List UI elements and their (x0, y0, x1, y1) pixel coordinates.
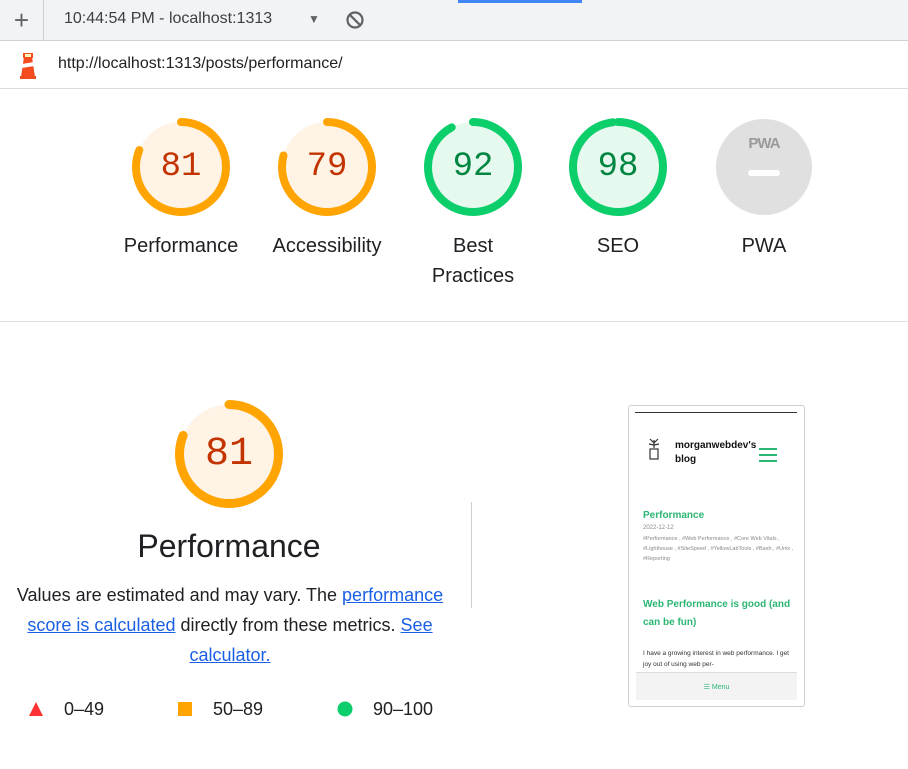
post-title: Performance (643, 510, 705, 521)
final-screenshot[interactable]: morganwebdev's blog Performance 2022-12-… (628, 405, 805, 707)
triangle-icon (29, 702, 43, 716)
plant-logo-icon (648, 438, 660, 460)
hamburger-menu-icon (759, 448, 777, 462)
clear-icon[interactable] (345, 10, 365, 30)
pwa-badge-text: PWA (748, 135, 780, 152)
report-url-bar: http://localhost:1313/posts/performance/ (0, 41, 908, 89)
score-value: 92 (452, 148, 494, 186)
post-date: 2022-12-12 (643, 525, 674, 531)
report-selector[interactable]: 10:44:54 PM - localhost:1313 (64, 10, 272, 28)
category-gauge-pwa[interactable]: PWA PWA (694, 117, 834, 261)
post-paragraph: I have a growing interest in web perform… (643, 650, 789, 668)
vertical-divider (471, 502, 472, 608)
active-tab-indicator (458, 0, 582, 3)
category-label: Accessibility (272, 235, 382, 257)
description-text: directly from these metrics. (175, 615, 401, 635)
score-value: 98 (597, 148, 639, 186)
category-label: Performance (123, 235, 239, 257)
circle-icon (337, 701, 353, 717)
pwa-badge-icon: PWA (714, 117, 814, 217)
score-ring: 79 (277, 117, 377, 217)
square-icon (178, 702, 192, 716)
thumbnail-menu-bar: ☰ Menu (636, 672, 797, 700)
performance-score-gauge: 81 (174, 399, 284, 509)
legend-range: 50–89 (213, 698, 264, 719)
post-subheading: Web Performance is good (and can be fun) (643, 599, 791, 628)
score-ring: 81 (131, 117, 231, 217)
legend-pass: 90–100 (337, 697, 433, 721)
description-text: Values are estimated and may vary. The (16, 585, 343, 605)
legend-range: 0–49 (64, 698, 105, 719)
post-tags: #Performance , #Web Performance , #Core … (643, 536, 794, 562)
category-label: SEO (596, 235, 640, 257)
chevron-down-icon[interactable]: ▼ (308, 12, 320, 26)
score-ring: 92 (423, 117, 523, 217)
blog-name: morganwebdev's blog (675, 440, 757, 465)
new-report-button[interactable]: + (0, 0, 44, 40)
score-ring: 98 (568, 117, 668, 217)
section-divider (0, 321, 908, 322)
score-description: Values are estimated and may vary. The p… (10, 580, 450, 670)
score-value: 81 (204, 431, 253, 477)
category-gauge-accessibility[interactable]: 79 Accessibility (257, 117, 397, 261)
category-gauge-seo[interactable]: 98 SEO (548, 117, 688, 261)
legend-average: 50–89 (177, 697, 263, 721)
page-url: http://localhost:1313/posts/performance/ (58, 55, 343, 72)
score-value: 81 (160, 148, 202, 186)
category-title: Performance (137, 528, 321, 564)
category-gauge-best-practices[interactable]: 92 Best Practices (403, 117, 543, 291)
legend-range: 90–100 (373, 698, 434, 719)
score-value: 79 (306, 148, 348, 186)
legend-fail: 0–49 (28, 697, 104, 721)
lighthouse-icon (20, 53, 36, 79)
menu-label: ☰ Menu (703, 683, 730, 691)
category-label: Best Practices (431, 235, 515, 287)
category-gauge-performance[interactable]: 81 Performance (111, 117, 251, 261)
devtools-toolbar: + 10:44:54 PM - localhost:1313 ▼ (0, 0, 908, 41)
category-label: PWA (741, 235, 787, 257)
thumbnail-top-rule (635, 412, 797, 413)
